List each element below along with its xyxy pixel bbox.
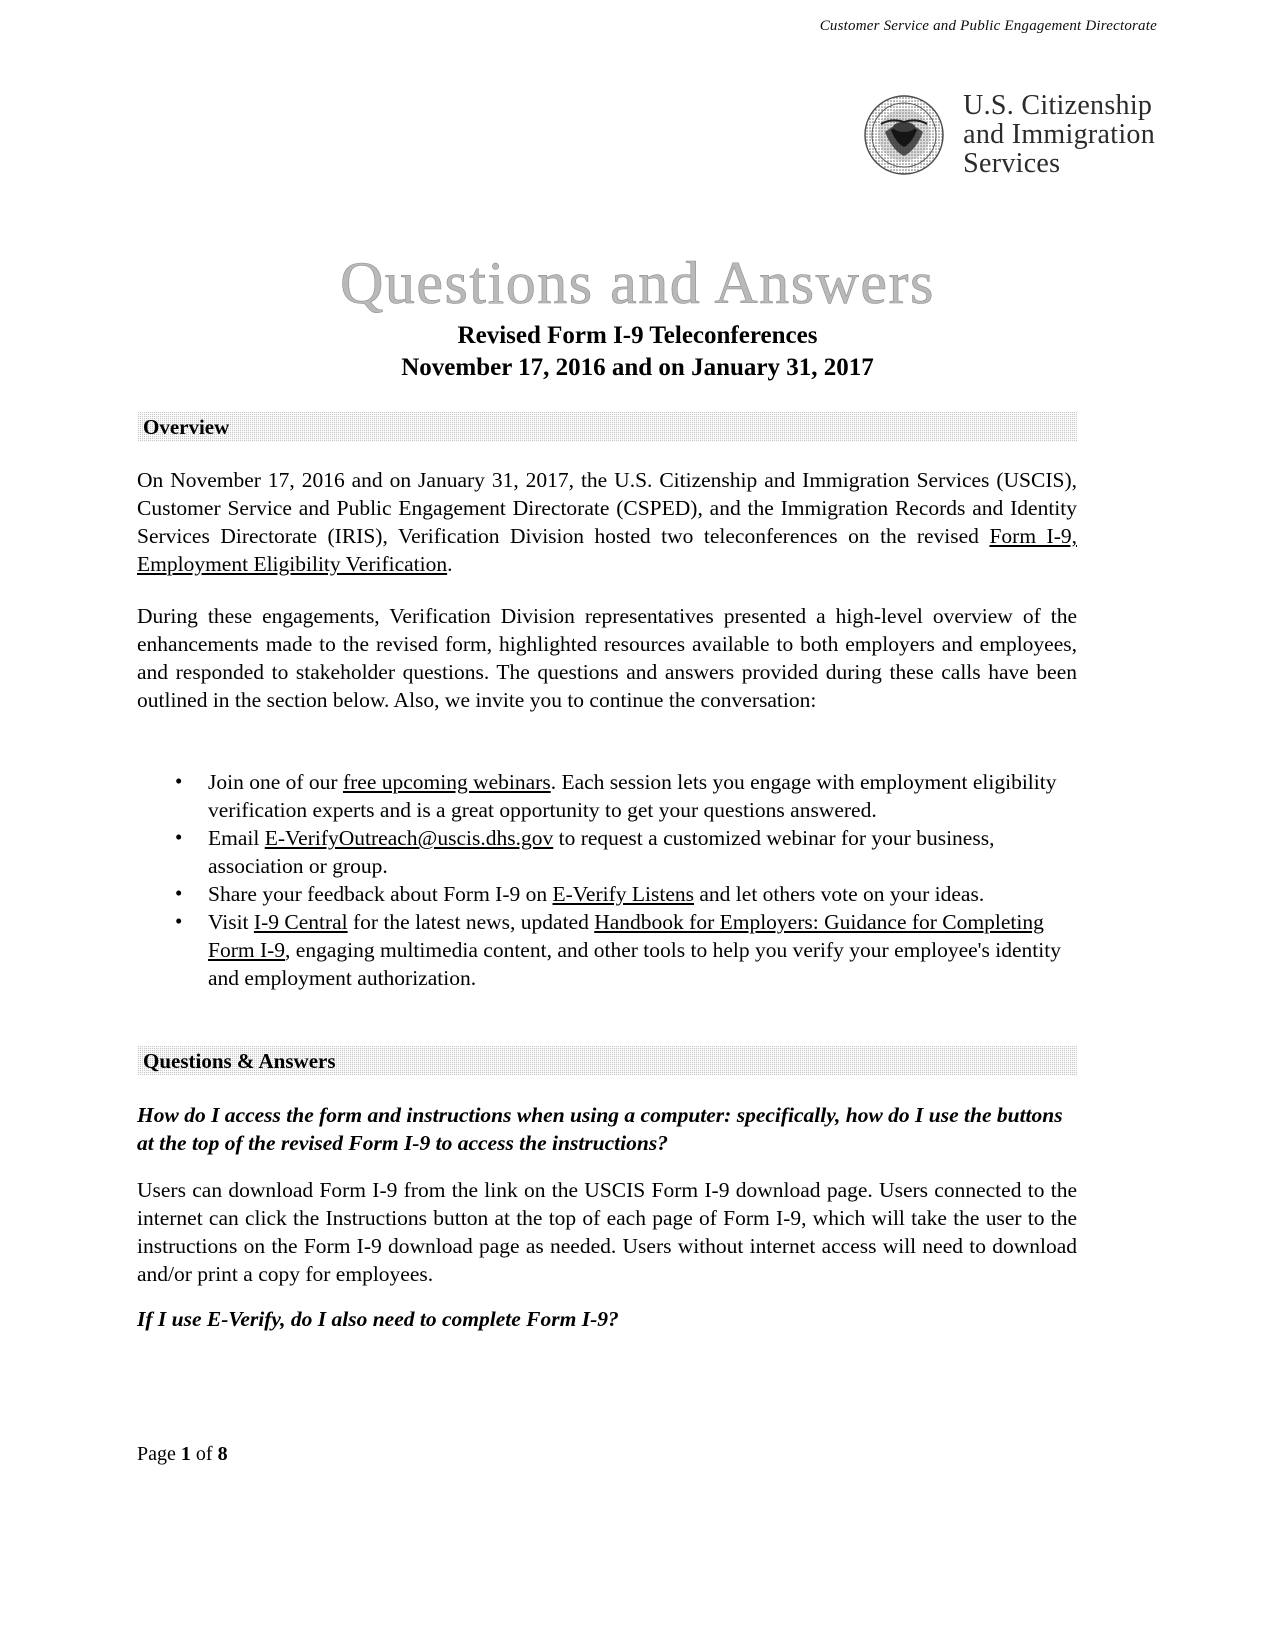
bullet-3-part2: and let others vote on your ideas.	[694, 882, 985, 907]
bullet-3-part1: Share your feedback about Form I-9 on	[208, 882, 553, 907]
i9-central-link[interactable]: I-9 Central	[254, 910, 348, 934]
e-verify-listens-link[interactable]: E-Verify Listens	[553, 882, 695, 906]
bullet-4-part3: , engaging multimedia content, and other…	[208, 938, 1061, 991]
bullet-4-part2: for the latest news, updated	[347, 910, 595, 935]
page-subtitle: Revised Form I-9 Teleconferences Novembe…	[0, 320, 1275, 384]
page-title: Questions and Answers	[340, 250, 935, 316]
list-item: Email E-VerifyOutreach@uscis.dhs.gov to …	[137, 824, 1077, 880]
list-item: Join one of our free upcoming webinars. …	[137, 768, 1077, 824]
page-footer: Page 1 of 8	[137, 1443, 228, 1466]
overview-paragraph-1: On November 17, 2016 and on January 31, …	[137, 466, 1077, 578]
footer-total-pages: 8	[217, 1443, 228, 1465]
subtitle-line-1: Revised Form I-9 Teleconferences	[457, 322, 818, 349]
uscis-logo: U.S. Citizenship and Immigration Service…	[863, 90, 1155, 179]
logo-line-3: Services	[963, 147, 1061, 179]
email-outreach-link[interactable]: E-VerifyOutreach@uscis.dhs.gov	[265, 826, 553, 850]
section-header-questions-answers: Questions & Answers	[137, 1046, 1077, 1076]
qa-question-1: How do I access the form and instruction…	[137, 1103, 1063, 1156]
uscis-logo-text: U.S. Citizenship and Immigration Service…	[963, 90, 1155, 179]
qa-answer-1-text: Users can download Form I-9 from the lin…	[137, 1178, 1077, 1287]
logo-line-2: and Immigration	[963, 118, 1155, 150]
list-item: Share your feedback about Form I-9 on E-…	[137, 880, 1077, 908]
uscis-seal-icon	[863, 94, 945, 176]
overview-p1-text-after: .	[447, 552, 453, 577]
footer-current-page: 1	[180, 1443, 191, 1465]
section-header-questions-answers-label: Questions & Answers	[143, 1048, 336, 1073]
bullet-4-part1: Visit	[208, 910, 254, 935]
subtitle-line-2: November 17, 2016 and on January 31, 201…	[401, 354, 874, 381]
footer-prefix: Page	[137, 1443, 181, 1465]
qa-answer-1: Users can download Form I-9 from the lin…	[137, 1176, 1077, 1288]
document-page: Customer Service and Public Engagement D…	[0, 0, 1275, 1650]
running-header: Customer Service and Public Engagement D…	[819, 18, 1157, 34]
overview-paragraph-2: During these engagements, Verification D…	[137, 602, 1077, 714]
bullet-2-part1: Email	[208, 826, 265, 851]
overview-p1-text-before: On November 17, 2016 and on January 31, …	[137, 468, 1077, 549]
free-upcoming-webinars-link[interactable]: free upcoming webinars	[343, 770, 551, 794]
qa-question-2: If I use E-Verify, do I also need to com…	[137, 1307, 619, 1331]
section-header-overview-label: Overview	[143, 414, 230, 439]
overview-bullet-list: Join one of our free upcoming webinars. …	[137, 768, 1077, 992]
bullet-1-part1: Join one of our	[208, 770, 343, 794]
footer-middle: of	[190, 1443, 218, 1465]
overview-p2-text: During these engagements, Verification D…	[137, 604, 1077, 713]
logo-line-1: U.S. Citizenship	[963, 90, 1153, 121]
section-header-overview: Overview	[137, 412, 1077, 442]
list-item: Visit I-9 Central for the latest news, u…	[137, 908, 1077, 992]
